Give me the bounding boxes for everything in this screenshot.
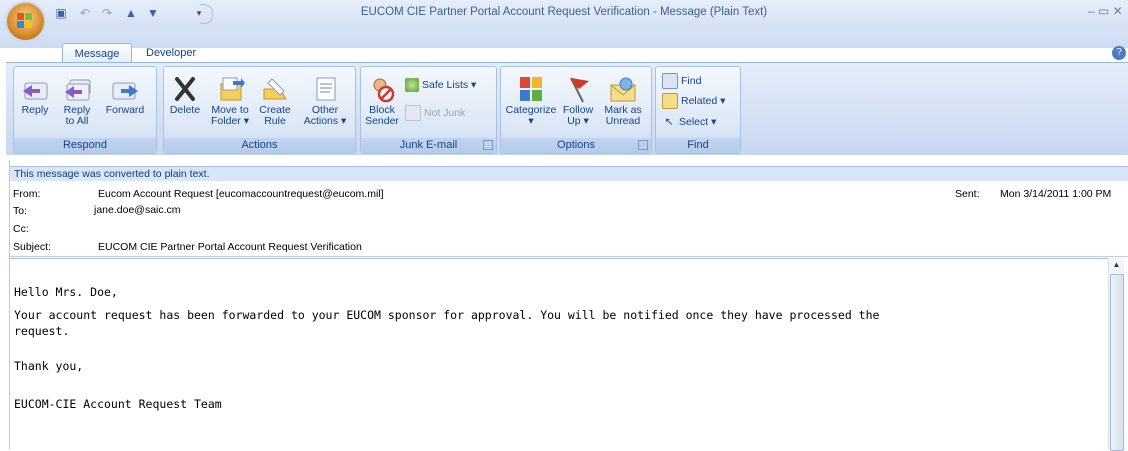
window-controls[interactable]: – ▭ ✕: [1088, 4, 1128, 20]
body-line-2: request.: [14, 324, 70, 338]
not-junk-button[interactable]: Not Junk: [405, 105, 465, 122]
signature-line: EUCOM-CIE Account Request Team: [14, 397, 222, 411]
reply-icon: [20, 75, 50, 103]
subject-label: Subject:: [13, 241, 51, 253]
not-junk-icon: [405, 105, 421, 122]
delete-button[interactable]: Delete: [168, 75, 202, 116]
group-options: Categorize ▾ Follow Up ▾ Mark as Unread …: [500, 66, 652, 154]
header-divider: [10, 256, 1128, 257]
safe-lists-icon: [405, 78, 419, 93]
message-body[interactable]: Hello Mrs. Doe, Your account request has…: [10, 258, 1113, 450]
other-actions-icon: [310, 75, 340, 103]
tab-message[interactable]: Message: [62, 43, 132, 64]
create-rule-button[interactable]: Create Rule: [256, 75, 294, 127]
delete-x-icon: [170, 75, 200, 103]
from-value[interactable]: Eucom Account Request [eucomaccountreque…: [98, 188, 384, 200]
reply-all-icon: [62, 75, 92, 103]
scroll-thumb[interactable]: [1110, 274, 1124, 451]
unread-envelope-icon: [608, 75, 638, 103]
block-sender-icon: [367, 75, 397, 103]
office-logo-icon: [17, 13, 34, 30]
group-junk-email: Block Sender Safe Lists ▾ Not Junk Junk …: [360, 66, 497, 154]
group-find: Find Related ▾ ↖ Select ▾ Find: [655, 66, 741, 154]
group-label-find: Find: [656, 138, 740, 153]
help-icon[interactable]: ?: [1112, 46, 1126, 60]
group-respond: Reply Reply to All Forward Respond: [13, 66, 157, 154]
cursor-arrow-icon: ↖: [664, 116, 674, 129]
greeting-line: Hello Mrs. Doe,: [14, 285, 118, 299]
reply-button[interactable]: Reply: [20, 75, 50, 116]
tab-developer[interactable]: Developer: [146, 43, 196, 63]
group-label-options: Options: [501, 138, 651, 153]
office-button[interactable]: [7, 3, 44, 40]
junk-dialog-launcher-icon[interactable]: [483, 140, 493, 150]
cc-label: Cc:: [13, 223, 29, 235]
reply-all-button[interactable]: Reply to All: [60, 75, 94, 127]
rule-icon: [260, 75, 290, 103]
binoculars-icon: [662, 73, 678, 90]
mark-as-unread-button[interactable]: Mark as Unread: [601, 75, 645, 127]
vertical-scrollbar[interactable]: ▲: [1108, 258, 1124, 451]
body-line-1: Your account request has been forwarded …: [14, 308, 880, 322]
to-label: To:: [13, 205, 28, 217]
thanks-line: Thank you,: [14, 359, 84, 373]
group-actions: Delete Move to Folder ▾ Create Rule Othe…: [163, 66, 356, 154]
follow-up-button[interactable]: Follow Up ▾: [559, 75, 597, 127]
select-button[interactable]: ↖ Select ▾: [662, 114, 717, 130]
flag-icon: [563, 75, 593, 103]
sent-label: Sent:: [955, 188, 980, 200]
find-button[interactable]: Find: [662, 73, 701, 90]
safe-lists-button[interactable]: Safe Lists ▾: [405, 77, 476, 93]
forward-icon: [110, 75, 140, 103]
scroll-up-arrow-icon[interactable]: ▲: [1109, 258, 1124, 272]
related-button[interactable]: Related ▾: [662, 93, 725, 110]
group-label-respond: Respond: [14, 138, 156, 153]
options-dialog-launcher-icon[interactable]: [638, 140, 648, 150]
categorize-button[interactable]: Categorize ▾: [505, 75, 557, 127]
block-sender-button[interactable]: Block Sender: [365, 75, 399, 127]
categorize-icon: [516, 75, 546, 103]
subject-value: EUCOM CIE Partner Portal Account Request…: [98, 241, 362, 253]
window-title: EUCOM CIE Partner Portal Account Request…: [360, 6, 768, 18]
sent-value: Mon 3/14/2011 1:00 PM: [1000, 188, 1112, 200]
related-messages-icon: [662, 93, 678, 110]
group-label-actions: Actions: [164, 138, 355, 153]
group-label-junk-email: Junk E-mail: [361, 138, 496, 153]
outlook-message-window: ▣ ↶ ↷ ▲ ▼ ▾ EUCOM CIE Partner Portal Acc…: [0, 0, 1128, 451]
folder-move-icon: [215, 75, 245, 103]
forward-button[interactable]: Forward: [102, 75, 148, 116]
other-actions-button[interactable]: Other Actions ▾: [302, 75, 348, 127]
from-label: From:: [13, 188, 41, 200]
move-to-folder-button[interactable]: Move to Folder ▾: [208, 75, 252, 127]
info-bar[interactable]: This message was converted to plain text…: [10, 166, 1128, 181]
to-value[interactable]: jane.doe@saic.cm: [94, 204, 181, 216]
